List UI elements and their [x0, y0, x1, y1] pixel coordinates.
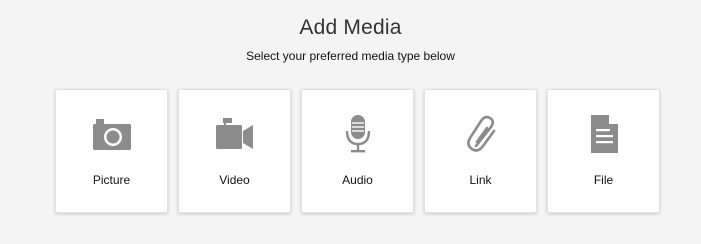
media-card-video[interactable]: Video: [178, 89, 291, 213]
page-title: Add Media: [299, 16, 402, 39]
media-card-link[interactable]: Link: [424, 89, 537, 213]
document-icon: [582, 112, 626, 156]
media-card-label: Picture: [92, 173, 131, 187]
media-card-label: Audio: [342, 173, 373, 187]
media-card-label: Link: [469, 173, 492, 187]
camera-icon: [90, 112, 134, 156]
media-card-file[interactable]: File: [547, 89, 660, 213]
microphone-icon: [336, 112, 380, 156]
media-card-label: File: [593, 173, 614, 187]
paperclip-icon: [459, 112, 503, 156]
page-subtitle: Select your preferred media type below: [246, 49, 455, 63]
media-card-label: Video: [219, 173, 250, 187]
media-type-list: Picture Video Audio Link File: [55, 89, 660, 213]
video-camera-icon: [213, 112, 257, 156]
media-card-picture[interactable]: Picture: [55, 89, 168, 213]
media-card-audio[interactable]: Audio: [301, 89, 414, 213]
